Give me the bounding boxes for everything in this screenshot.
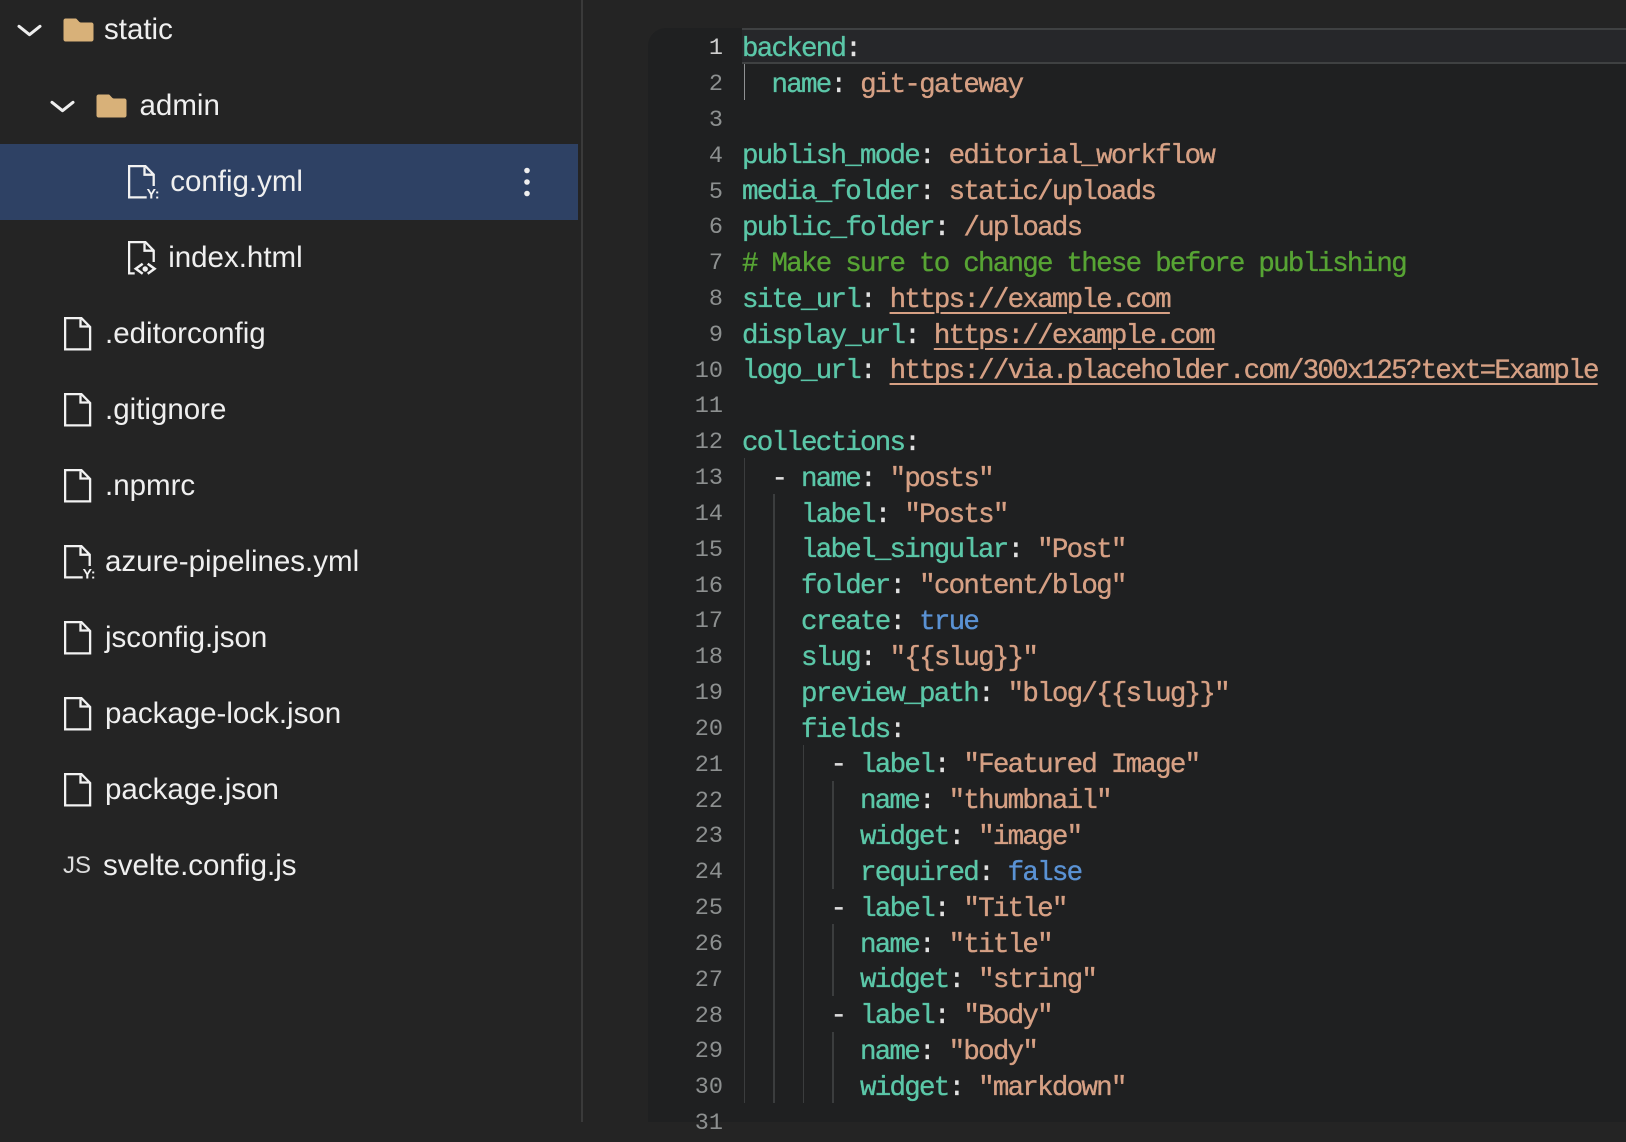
svg-text:Y:: Y: [146,186,159,199]
svg-text:Y:: Y: [82,566,95,579]
